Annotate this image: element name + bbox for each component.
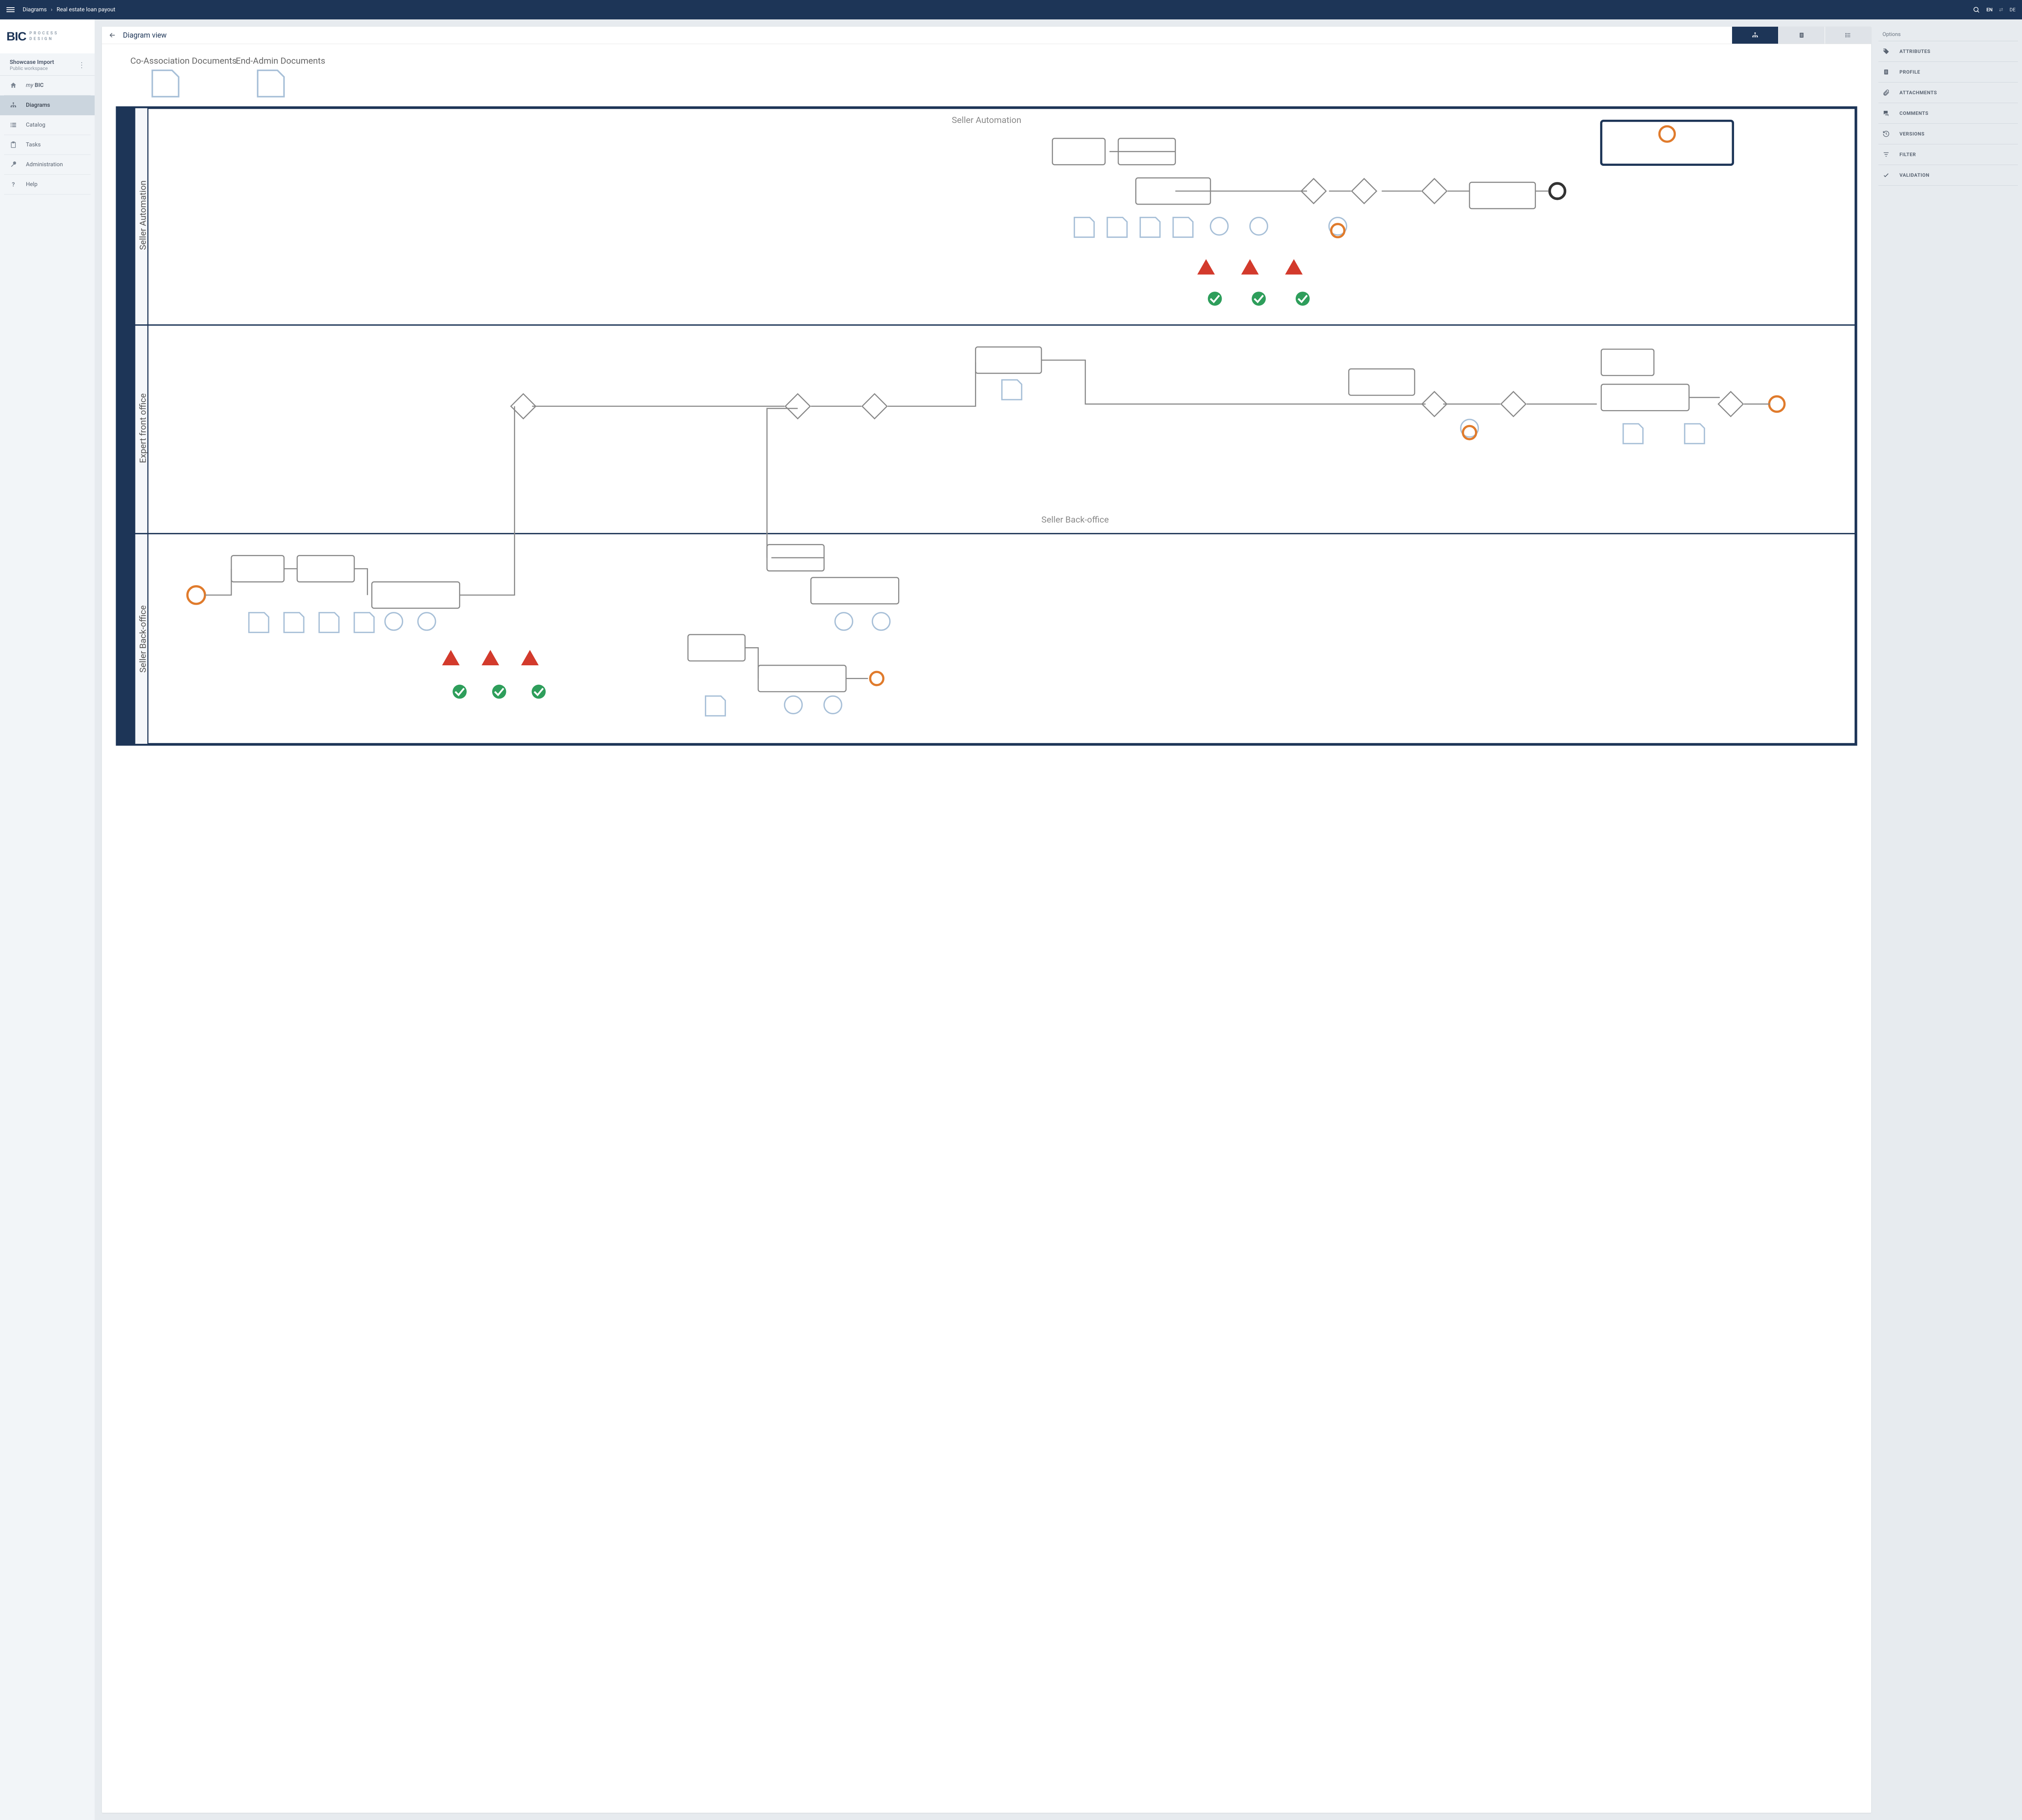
breadcrumb-root[interactable]: Diagrams [23, 6, 47, 13]
options-header: Options [1878, 27, 2018, 41]
breadcrumb-current[interactable]: Real estate loan payout [57, 6, 115, 13]
nav-tasks[interactable]: Tasks [4, 135, 91, 155]
nav-label: my BIC [26, 82, 44, 89]
option-versions[interactable]: VERSIONS [1878, 124, 2018, 144]
svg-text:Co-Association Documents: Co-Association Documents [130, 56, 237, 66]
clipboard-icon [10, 141, 17, 148]
tab-document[interactable] [1778, 27, 1825, 44]
topbar-right: EN ⇄ DE [1973, 6, 2016, 13]
language-swap-icon[interactable]: ⇄ [1999, 7, 2003, 13]
topbar: Diagrams › Real estate loan payout EN ⇄ … [0, 0, 2022, 19]
language-en[interactable]: EN [1986, 7, 1992, 13]
options-panel: Options ATTRIBUTES PROFILE ATTACHMENTS [1878, 19, 2022, 1820]
page-title: Diagram view [123, 31, 167, 40]
nav-label: Catalog [26, 122, 45, 128]
svg-text:Seller Back-office: Seller Back-office [138, 605, 148, 673]
nav-mybic[interactable]: my BIC [4, 76, 91, 95]
option-attributes[interactable]: ATTRIBUTES [1878, 41, 2018, 62]
logo-sub2: DESIGN [30, 36, 59, 42]
option-label: VALIDATION [1899, 172, 1929, 178]
diagram-svg: Co-Association Documents End-Admin Docum… [108, 51, 1865, 753]
nav-diagrams[interactable]: Diagrams [0, 95, 95, 115]
list-icon [10, 121, 17, 129]
tab-list[interactable] [1825, 27, 1871, 44]
content-area: Diagram view [95, 19, 1878, 1820]
back-arrow-icon[interactable] [108, 31, 116, 39]
option-label: ATTRIBUTES [1899, 49, 1931, 54]
nav-catalog[interactable]: Catalog [4, 115, 91, 135]
document-icon [1798, 32, 1805, 38]
tab-diagram[interactable] [1732, 27, 1778, 44]
nav-help[interactable]: ? Help [4, 175, 91, 195]
nav-label: Tasks [26, 142, 41, 148]
option-label: ATTACHMENTS [1899, 90, 1937, 95]
svg-text:Seller Automation: Seller Automation [138, 180, 148, 250]
svg-text:Expert front office: Expert front office [138, 393, 148, 463]
sidebar: BIC PROCESS DESIGN Showcase Import Publi… [0, 19, 95, 1820]
option-label: FILTER [1899, 152, 1916, 157]
filter-icon [1882, 151, 1890, 158]
help-icon: ? [10, 181, 17, 188]
view-tabs [1732, 27, 1871, 44]
nav-label: Diagrams [26, 102, 50, 108]
nav-administration[interactable]: Administration [4, 155, 91, 175]
more-vert-icon[interactable]: ⋮ [78, 61, 85, 70]
workspace-title: Showcase Import [10, 59, 54, 66]
workspace-subtitle: Public workspace [10, 66, 54, 71]
logo: BIC PROCESS DESIGN [0, 19, 95, 53]
comments-icon [1882, 110, 1890, 117]
option-label: PROFILE [1899, 69, 1920, 75]
nav-label: Administration [26, 161, 63, 168]
search-icon[interactable] [1973, 6, 1980, 13]
breadcrumb: Diagrams › Real estate loan payout [23, 6, 1965, 13]
paperclip-icon [1882, 89, 1890, 96]
home-icon [10, 82, 17, 89]
check-icon [1882, 171, 1890, 179]
hierarchy-icon [10, 102, 17, 109]
option-comments[interactable]: COMMENTS [1878, 103, 2018, 124]
language-de[interactable]: DE [2009, 7, 2016, 13]
list-icon [1845, 32, 1851, 38]
logo-brand: BIC [6, 31, 26, 42]
option-label: COMMENTS [1899, 110, 1929, 116]
workspace-header: Showcase Import Public workspace ⋮ [0, 53, 95, 76]
svg-text:End-Admin Documents: End-Admin Documents [236, 56, 325, 66]
option-profile[interactable]: PROFILE [1878, 62, 2018, 83]
option-validation[interactable]: VALIDATION [1878, 165, 2018, 186]
hierarchy-icon [1751, 32, 1759, 39]
hamburger-icon[interactable] [6, 6, 15, 14]
diagram-canvas[interactable]: Co-Association Documents End-Admin Docum… [102, 44, 1871, 1813]
chevron-right-icon: › [51, 6, 53, 13]
svg-text:Seller Back-office: Seller Back-office [1041, 515, 1109, 525]
svg-text:Seller Automation: Seller Automation [952, 115, 1021, 125]
history-icon [1882, 130, 1890, 138]
diagram-card: Diagram view [102, 27, 1871, 1813]
option-attachments[interactable]: ATTACHMENTS [1878, 83, 2018, 103]
tag-icon [1882, 48, 1890, 55]
logo-sub1: PROCESS [30, 31, 59, 36]
option-label: VERSIONS [1899, 131, 1925, 137]
option-filter[interactable]: FILTER [1878, 144, 2018, 165]
nav-label: Help [26, 181, 38, 188]
card-header: Diagram view [102, 27, 1871, 44]
nav: my BIC Diagrams Catalog Tasks [0, 76, 95, 195]
wrench-icon [10, 161, 17, 168]
document-icon [1882, 68, 1890, 76]
